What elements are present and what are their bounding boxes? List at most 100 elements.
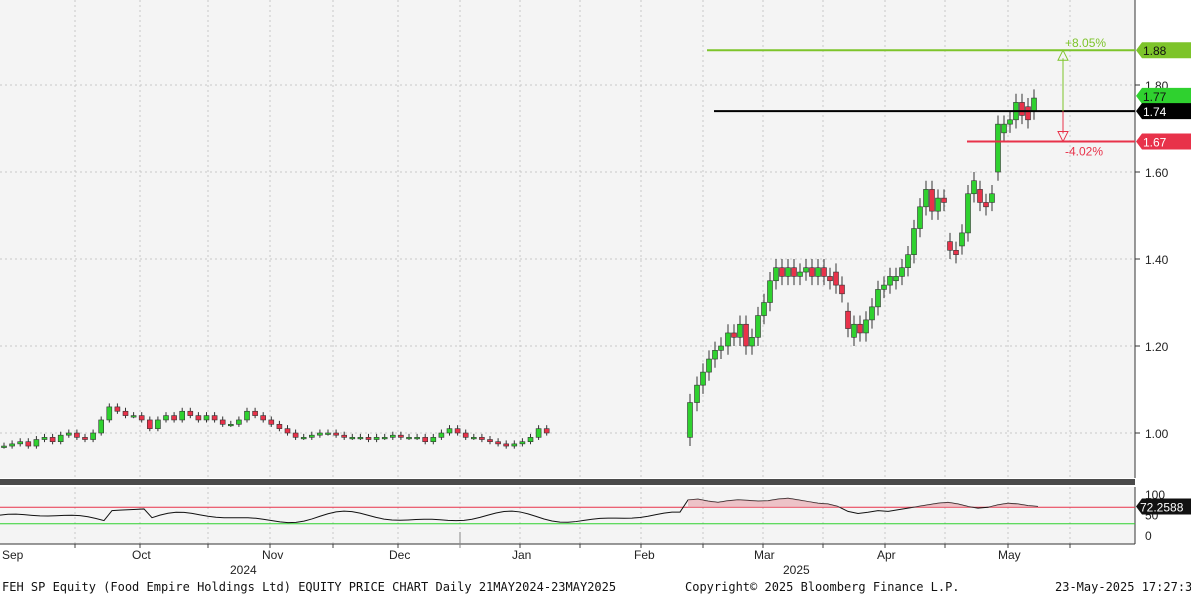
candle-body	[833, 271, 839, 286]
candle-body	[839, 284, 845, 295]
candle-body	[706, 358, 712, 373]
candle-body	[767, 280, 773, 303]
candle-body	[887, 276, 893, 286]
candle-body	[543, 428, 550, 434]
candle-body	[325, 432, 331, 435]
candle-body	[947, 241, 953, 251]
candle-body	[17, 441, 24, 445]
candle-body	[743, 323, 749, 347]
candle-body	[495, 441, 501, 445]
candle-body	[389, 434, 396, 438]
candle-body	[155, 419, 161, 429]
candle-body	[90, 432, 96, 440]
candle-body	[398, 434, 404, 438]
candle-body	[687, 402, 693, 438]
candle-body	[941, 197, 947, 203]
candle-body	[929, 189, 935, 212]
candle-body	[797, 271, 803, 277]
candle-body	[49, 437, 56, 443]
candle-body	[341, 434, 348, 438]
candle-body	[381, 437, 388, 440]
candle-body	[284, 428, 291, 434]
candle-body	[519, 441, 526, 445]
pct-annotation-down: -4.02%	[1065, 145, 1103, 159]
candle-body	[33, 439, 40, 447]
y-tick-label: 1.60	[1145, 166, 1169, 180]
x-month-label: Jan	[512, 548, 531, 562]
candle-body	[893, 276, 899, 282]
rsi-panel-background	[0, 487, 1135, 544]
candle-body	[308, 434, 315, 438]
candle-body	[803, 267, 809, 273]
candlestick-chart: 1.001.201.401.601.80Sep Oct Nov Dec Jan Feb Ma…	[0, 0, 1191, 578]
candle-body	[195, 415, 202, 421]
candle-body	[905, 254, 911, 268]
candle-body	[292, 432, 299, 438]
x-month-label: May	[998, 548, 1021, 562]
candle-body	[712, 350, 718, 360]
price-tag: 1.67	[1136, 133, 1191, 150]
candle-body	[935, 197, 941, 212]
candle-body	[821, 267, 827, 277]
x-month-label: Dec	[389, 548, 410, 562]
candle-body	[462, 432, 469, 438]
candle-body	[438, 432, 445, 438]
candle-body	[809, 267, 815, 277]
candle-body	[179, 410, 185, 421]
candle-body	[268, 419, 275, 425]
candle-body	[203, 415, 210, 421]
rsi-y-tick-label: 0	[1145, 529, 1152, 543]
candle-body	[785, 267, 791, 277]
candle-body	[511, 443, 518, 447]
candle-body	[875, 289, 881, 308]
candle-body	[171, 415, 177, 421]
candle-body	[487, 439, 493, 442]
candle-body	[911, 228, 917, 255]
price-tag: 1.74	[1136, 103, 1191, 120]
x-month-label: Nov	[262, 548, 283, 562]
price-tag-label: 1.67	[1143, 136, 1167, 150]
candle-body	[971, 180, 977, 195]
candle-body	[953, 250, 959, 255]
candle-body	[365, 437, 372, 440]
price-tag-label: 1.88	[1143, 44, 1167, 58]
candle-body	[845, 310, 851, 329]
candle-body	[773, 267, 779, 282]
x-year-label: 2025	[783, 563, 810, 577]
candle-body	[276, 423, 283, 429]
candle-body	[74, 432, 80, 438]
x-year-label: 2024	[230, 563, 257, 577]
candle-body	[718, 345, 724, 351]
candle-body	[857, 323, 863, 334]
candle-body	[406, 437, 412, 440]
candle-body	[122, 410, 129, 416]
price-tag: 1.88	[1136, 42, 1191, 59]
candle-body	[869, 306, 875, 321]
x-month-label: Sep	[2, 548, 24, 562]
candle-body	[1, 445, 7, 448]
candle-body	[535, 428, 542, 438]
candle-body	[1031, 97, 1037, 112]
candle-body	[983, 202, 989, 208]
candle-body	[98, 419, 104, 434]
candle-body	[317, 432, 323, 436]
candle-body	[163, 415, 169, 421]
timestamp: 23-May-2025 17:27:33	[1055, 580, 1191, 594]
chart-title: FEH SP Equity (Food Empire Holdings Ltd)…	[2, 580, 617, 594]
y-tick-label: 1.00	[1145, 427, 1169, 441]
candle-body	[989, 193, 995, 203]
candle-body	[923, 189, 929, 208]
rsi-value-label: 72.2588	[1140, 500, 1184, 514]
x-month-label: Mar	[754, 548, 775, 562]
candle-body	[479, 437, 485, 440]
y-tick-label: 1.40	[1145, 253, 1169, 267]
candle-body	[1001, 123, 1007, 134]
candle-body	[211, 415, 218, 421]
copyright-text: Copyright© 2025 Bloomberg Finance L.P.	[685, 580, 960, 594]
candle-body	[700, 371, 706, 386]
candle-body	[527, 437, 534, 443]
candle-body	[503, 443, 510, 447]
candle-body	[881, 284, 887, 290]
candle-body	[349, 437, 356, 440]
candle-body	[1025, 106, 1031, 121]
